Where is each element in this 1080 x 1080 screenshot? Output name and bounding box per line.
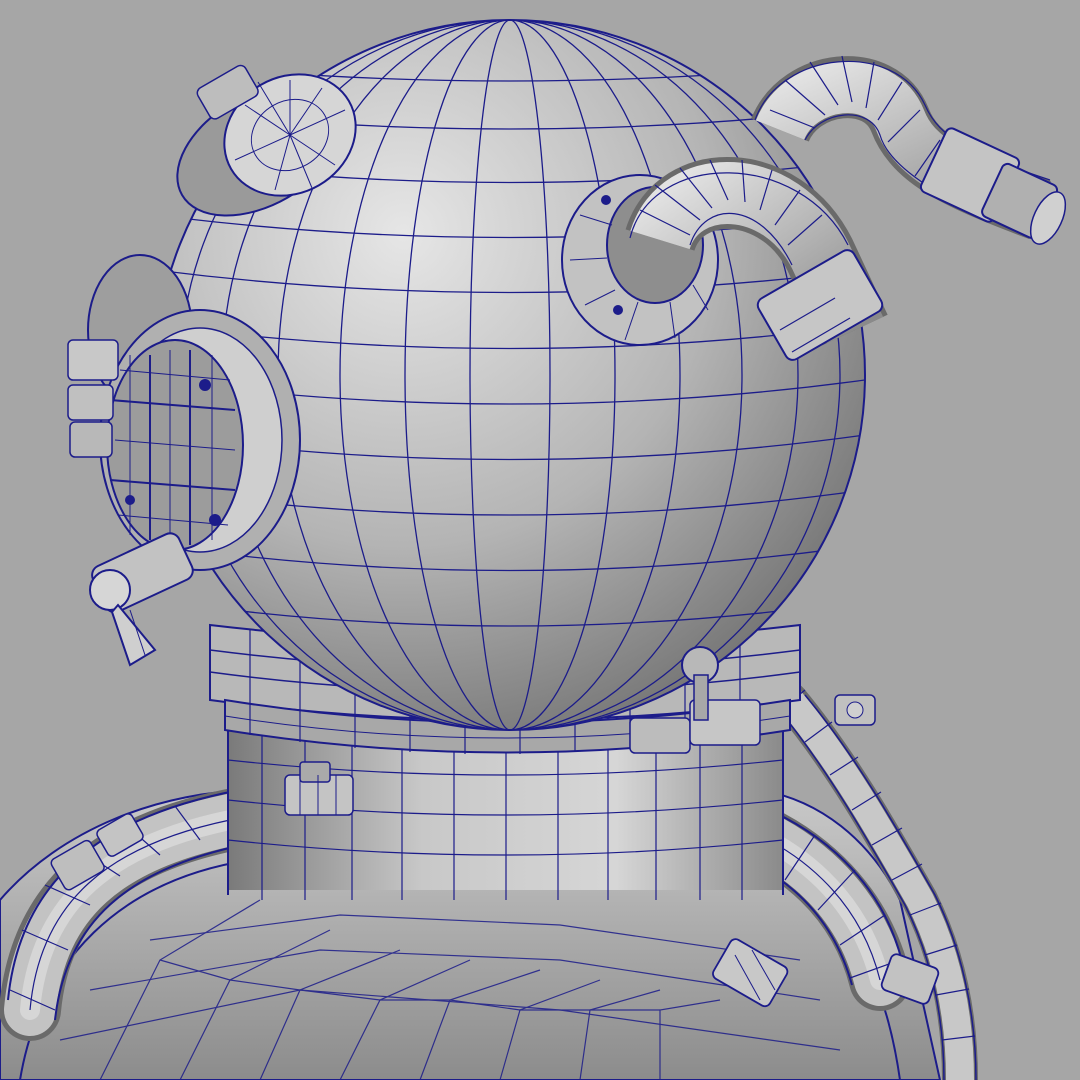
3d-viewport[interactable] (0, 0, 1080, 1080)
spitcock-valve (89, 532, 194, 667)
collar-bolt-right (834, 694, 876, 726)
helmet-model-render[interactable] (0, 0, 1080, 1080)
